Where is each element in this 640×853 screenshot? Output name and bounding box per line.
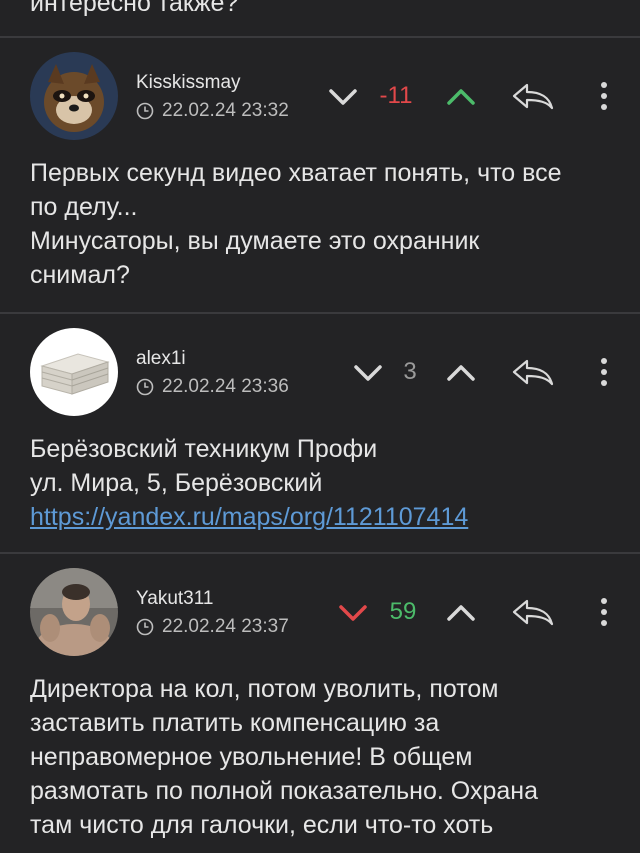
timestamp: 22.02.24 23:32	[136, 100, 289, 122]
clock-icon	[136, 102, 154, 120]
timestamp: 22.02.24 23:36	[136, 376, 289, 398]
comment: Yakut311 22.02.24 23:37 59 Директора на …	[0, 554, 640, 853]
comment-line: по делу...	[30, 193, 138, 221]
username[interactable]: alex1i	[136, 348, 186, 370]
chevron-up-icon	[447, 365, 475, 381]
chevron-down-icon	[329, 89, 357, 105]
comment-line: размотать по полной показательно. Охрана	[30, 777, 538, 805]
reply-icon	[512, 83, 554, 110]
vote-up-button[interactable]	[444, 80, 478, 114]
score: 59	[389, 598, 417, 625]
clock-icon	[136, 618, 154, 636]
comment-line: неправомерное увольнение! В общем	[30, 743, 473, 771]
chevron-up-icon	[447, 605, 475, 621]
vote-down-button[interactable]	[351, 356, 385, 390]
comment: alex1i 22.02.24 23:36 3 Берёзовский техн…	[0, 314, 640, 552]
more-vertical-icon	[601, 598, 607, 626]
comment-text: Директора на кол, потом уволить, потом з…	[30, 672, 620, 842]
comment-text: Первых секунд видео хватает понять, что …	[30, 156, 620, 292]
avatar[interactable]	[30, 52, 118, 140]
comment-line: там чисто для галочки, если что-то хоть	[30, 811, 494, 839]
chevron-down-icon	[339, 605, 367, 621]
reply-icon	[512, 359, 554, 386]
comment-line: ул. Мира, 5, Берёзовский	[30, 469, 323, 497]
vote-down-button[interactable]	[336, 596, 370, 630]
comment-line: Берёзовский техникум Профи	[30, 435, 378, 463]
comment-text: Берёзовский техникум Профи ул. Мира, 5, …	[30, 432, 620, 534]
reply-icon	[512, 599, 554, 626]
more-button[interactable]	[592, 354, 616, 390]
username[interactable]: Yakut311	[136, 588, 213, 610]
comment-line: заставить платить компенсацию за	[30, 709, 440, 737]
comment-line: Директора на кол, потом уволить, потом	[30, 675, 499, 703]
avatar[interactable]	[30, 328, 118, 416]
vote-up-button[interactable]	[444, 596, 478, 630]
more-vertical-icon	[601, 82, 607, 110]
chevron-down-icon	[354, 365, 382, 381]
timestamp-text: 22.02.24 23:37	[162, 616, 289, 637]
comment-line: снимал?	[30, 261, 130, 289]
vote-up-button[interactable]	[444, 356, 478, 390]
comment-line: Первых секунд видео хватает понять, что …	[30, 159, 562, 187]
score: 3	[403, 358, 417, 385]
username[interactable]: Kisskissmay	[136, 72, 241, 94]
chevron-up-icon	[447, 89, 475, 105]
timestamp: 22.02.24 23:37	[136, 616, 289, 638]
score: -11	[379, 82, 413, 109]
timestamp-text: 22.02.24 23:32	[162, 100, 289, 121]
more-button[interactable]	[592, 78, 616, 114]
timestamp-text: 22.02.24 23:36	[162, 376, 289, 397]
reply-button[interactable]	[508, 594, 558, 630]
clock-icon	[136, 378, 154, 396]
vote-down-button[interactable]	[326, 80, 360, 114]
comment-link[interactable]: https://yandex.ru/maps/org/1121107414	[30, 500, 620, 534]
avatar[interactable]	[30, 568, 118, 656]
more-vertical-icon	[601, 358, 607, 386]
reply-button[interactable]	[508, 78, 558, 114]
reply-button[interactable]	[508, 354, 558, 390]
more-button[interactable]	[592, 594, 616, 630]
comment: Kisskissmay 22.02.24 23:32 -11 Первых се…	[0, 38, 640, 311]
comment-line: Минусаторы, вы думаете это охранник	[30, 227, 480, 255]
previous-comment-text: интересно также?	[30, 0, 239, 17]
